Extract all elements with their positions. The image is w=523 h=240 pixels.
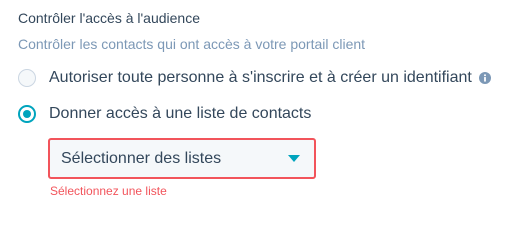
list-select-dropdown[interactable]: Sélectionner des listes (48, 138, 316, 179)
radio-label-contact-list[interactable]: Donner accès à une liste de contacts (49, 105, 311, 123)
info-icon[interactable] (478, 72, 491, 84)
list-select-error: Sélectionnez une liste (50, 184, 167, 198)
radio-button-checked[interactable] (18, 105, 36, 123)
radio-option-allow-signup[interactable]: Autoriser toute personne à s'inscrire et… (18, 69, 491, 87)
radio-option-contact-list[interactable]: Donner accès à une liste de contacts (18, 105, 311, 123)
section-title: Contrôler l'accès à l'audience (18, 10, 200, 26)
caret-down-icon (288, 155, 300, 162)
section-subtitle: Contrôler les contacts qui ont accès à v… (18, 36, 366, 52)
list-select-value: Sélectionner des listes (61, 149, 222, 167)
radio-button-unchecked[interactable] (18, 69, 36, 87)
radio-label-allow-signup[interactable]: Autoriser toute personne à s'inscrire et… (49, 69, 472, 87)
